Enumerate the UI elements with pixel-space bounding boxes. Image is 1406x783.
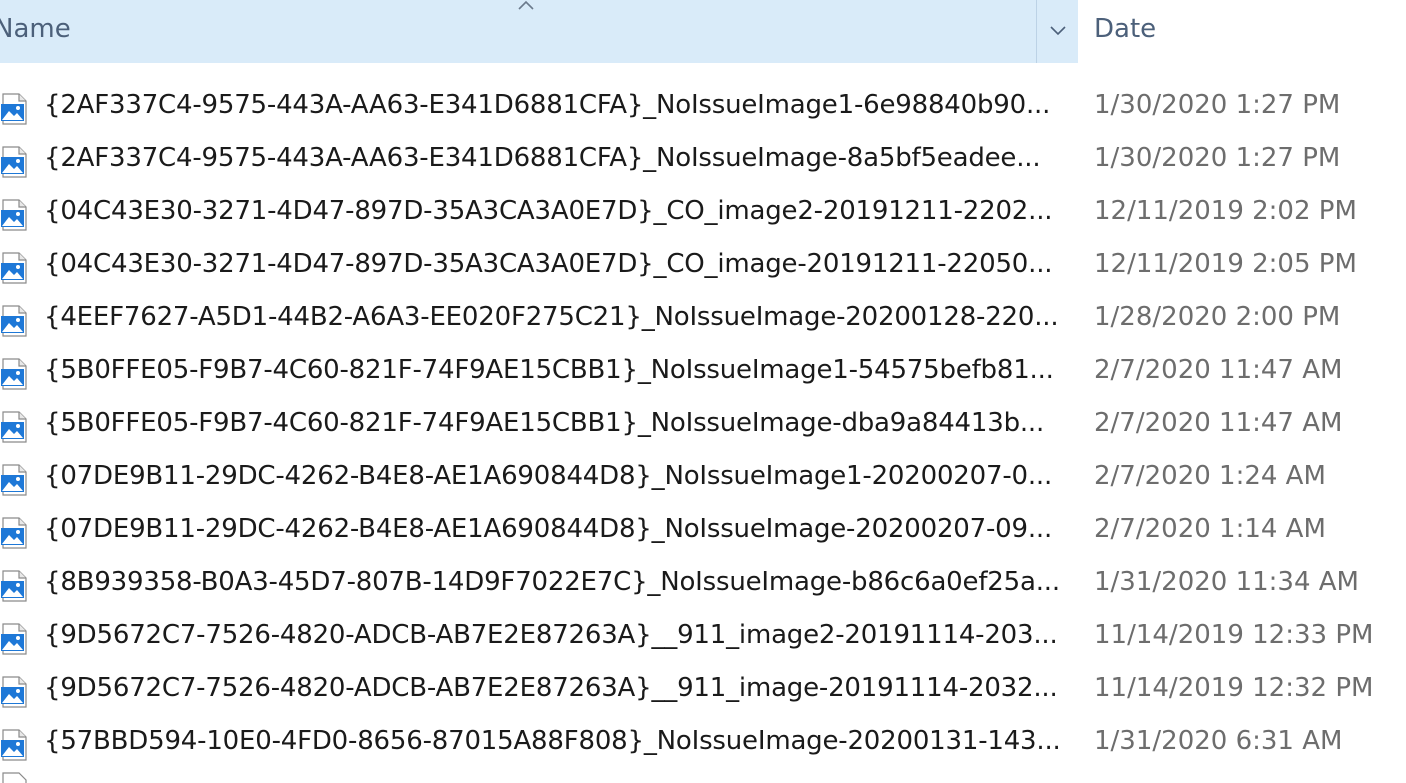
- file-name: {9D5672C7-7526-4820-ADCB-AB7E2E87263A}__…: [44, 620, 1058, 650]
- column-header-name[interactable]: Name: [0, 0, 1078, 63]
- file-date-modified: 1/31/2020 11:34 AM: [1094, 567, 1359, 597]
- file-name: {2AF337C4-9575-443A-AA63-E341D6881CFA}_N…: [44, 90, 1051, 120]
- file-name: {07DE9B11-29DC-4262-B4E8-AE1A690844D8}_N…: [44, 461, 1053, 491]
- file-row[interactable]: {07DE9B11-29DC-4262-B4E8-AE1A690844D8}_N…: [0, 452, 1406, 505]
- file-name: {4EEF7627-A5D1-44B2-A6A3-EE020F275C21}_N…: [44, 302, 1058, 332]
- file-name: {07DE9B11-29DC-4262-B4E8-AE1A690844D8}_N…: [44, 514, 1053, 544]
- image-file-icon: [0, 358, 28, 390]
- file-date-modified: 1/31/2020 6:31 AM: [1094, 726, 1343, 756]
- column-filter-dropdown-button[interactable]: [1036, 0, 1078, 63]
- image-file-icon: [0, 676, 28, 708]
- file-date-modified: 2/7/2020 1:24 AM: [1094, 461, 1326, 491]
- file-row[interactable]: {04C43E30-3271-4D47-897D-35A3CA3A0E7D}_C…: [0, 240, 1406, 293]
- file-row[interactable]: {8B939358-B0A3-45D7-807B-14D9F7022E7C}_N…: [0, 558, 1406, 611]
- image-file-icon: [0, 729, 28, 761]
- file-date-modified: 12/11/2019 2:02 PM: [1094, 196, 1357, 226]
- file-date-modified: 11/14/2019 12:32 PM: [1094, 673, 1374, 703]
- image-file-icon: [0, 464, 28, 496]
- image-file-icon: [0, 570, 28, 602]
- file-row[interactable]: {5B0FFE05-F9B7-4C60-821F-74F9AE15CBB1}_N…: [0, 346, 1406, 399]
- file-name: {04C43E30-3271-4D47-897D-35A3CA3A0E7D}_C…: [44, 196, 1053, 226]
- file-row[interactable]: {2AF337C4-9575-443A-AA63-E341D6881CFA}_N…: [0, 81, 1406, 134]
- column-header-name-label: Name: [0, 14, 71, 44]
- file-list: {2AF337C4-9575-443A-AA63-E341D6881CFA}_N…: [0, 81, 1406, 770]
- file-name: {8B939358-B0A3-45D7-807B-14D9F7022E7C}_N…: [44, 567, 1058, 597]
- file-row[interactable]: {5B0FFE05-F9B7-4C60-821F-74F9AE15CBB1}_N…: [0, 399, 1406, 452]
- file-name: {9D5672C7-7526-4820-ADCB-AB7E2E87263A}__…: [44, 673, 1058, 703]
- file-name: {57BBD594-10E0-4FD0-8656-87015A88F808}_N…: [44, 726, 1058, 756]
- file-date-modified: 2/7/2020 1:14 AM: [1094, 514, 1326, 544]
- file-name: {5B0FFE05-F9B7-4C60-821F-74F9AE15CBB1}_N…: [44, 355, 1054, 385]
- file-name: {5B0FFE05-F9B7-4C60-821F-74F9AE15CBB1}_N…: [44, 408, 1045, 438]
- column-header-bar: Name Date: [0, 0, 1406, 63]
- file-row[interactable]: {2AF337C4-9575-443A-AA63-E341D6881CFA}_N…: [0, 134, 1406, 187]
- chevron-down-icon: [1050, 26, 1066, 36]
- file-name: {04C43E30-3271-4D47-897D-35A3CA3A0E7D}_C…: [44, 249, 1053, 279]
- file-date-modified: 1/30/2020 1:27 PM: [1094, 90, 1341, 120]
- file-date-modified: 11/14/2019 12:33 PM: [1094, 620, 1374, 650]
- sort-ascending-caret-icon: [518, 0, 534, 10]
- image-file-icon: [0, 411, 28, 443]
- file-row[interactable]: {57BBD594-10E0-4FD0-8656-87015A88F808}_N…: [0, 717, 1406, 770]
- file-row[interactable]: {07DE9B11-29DC-4262-B4E8-AE1A690844D8}_N…: [0, 505, 1406, 558]
- partial-file-row-icon: [0, 772, 28, 783]
- file-date-modified: 12/11/2019 2:05 PM: [1094, 249, 1357, 279]
- file-row[interactable]: {9D5672C7-7526-4820-ADCB-AB7E2E87263A}__…: [0, 664, 1406, 717]
- file-date-modified: 1/28/2020 2:00 PM: [1094, 302, 1341, 332]
- column-header-date[interactable]: Date: [1094, 14, 1156, 44]
- image-file-icon: [0, 146, 28, 178]
- file-name: {2AF337C4-9575-443A-AA63-E341D6881CFA}_N…: [44, 143, 1041, 173]
- image-file-icon: [0, 623, 28, 655]
- file-date-modified: 2/7/2020 11:47 AM: [1094, 408, 1343, 438]
- file-date-modified: 2/7/2020 11:47 AM: [1094, 355, 1343, 385]
- image-file-icon: [0, 517, 28, 549]
- file-date-modified: 1/30/2020 1:27 PM: [1094, 143, 1341, 173]
- file-row[interactable]: {9D5672C7-7526-4820-ADCB-AB7E2E87263A}__…: [0, 611, 1406, 664]
- image-file-icon: [0, 199, 28, 231]
- image-file-icon: [0, 93, 28, 125]
- image-file-icon: [0, 252, 28, 284]
- file-row[interactable]: {4EEF7627-A5D1-44B2-A6A3-EE020F275C21}_N…: [0, 293, 1406, 346]
- image-file-icon: [0, 305, 28, 337]
- file-row[interactable]: {04C43E30-3271-4D47-897D-35A3CA3A0E7D}_C…: [0, 187, 1406, 240]
